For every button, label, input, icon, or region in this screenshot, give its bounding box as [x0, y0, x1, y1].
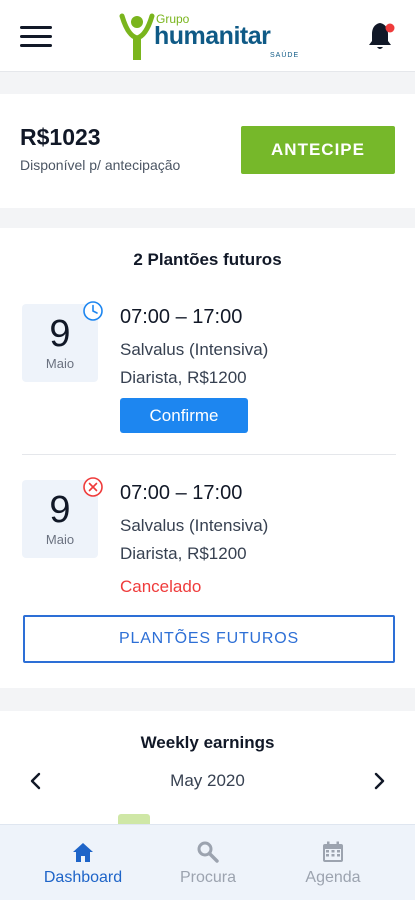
nav-agenda[interactable]: Agenda: [264, 825, 402, 900]
chevron-right-icon[interactable]: [367, 769, 391, 793]
company-logo: Grupo humanitar SAÚDE: [118, 8, 298, 66]
nav-dashboard[interactable]: Dashboard: [14, 825, 152, 900]
app-screen: Grupo humanitar SAÚDE R$1023 Disponível …: [0, 0, 415, 900]
balance-card: R$1023 Disponível p/ antecipação ANTECIP…: [0, 94, 415, 208]
shift-pay: Diarista, R$1200: [120, 544, 247, 563]
notification-bell-icon[interactable]: [367, 20, 397, 52]
shift-item[interactable]: 9 Maio 07:00 – 17:00 Salvalus (Intensiva…: [0, 301, 415, 464]
view-future-shifts-button[interactable]: PLANTÕES FUTUROS: [23, 615, 395, 663]
available-amount-label: Disponível p/ antecipação: [20, 157, 181, 173]
notification-dot: [385, 23, 395, 33]
confirm-button[interactable]: Confirme: [120, 398, 248, 433]
available-amount: R$1023: [20, 124, 101, 150]
logo-figure-icon: [119, 13, 155, 60]
nav-procura[interactable]: Procura: [139, 825, 277, 900]
shift-place: Salvalus (Intensiva): [120, 340, 269, 359]
cancelled-status: Cancelado: [120, 577, 202, 596]
shift-month: Maio: [45, 356, 75, 371]
home-icon: [73, 843, 93, 862]
future-shifts-card: 2 Plantões futuros 9 Maio 07:00 – 17:00 …: [0, 228, 415, 688]
top-app-bar: Grupo humanitar SAÚDE: [0, 0, 415, 72]
cancel-circle-icon: [83, 477, 103, 497]
shift-time: 07:00 – 17:00: [120, 482, 243, 504]
shift-pay: Diarista, R$1200: [120, 368, 247, 387]
nav-procura-label: Procura: [179, 869, 237, 886]
shift-month: Maio: [45, 532, 75, 547]
search-icon: [197, 841, 219, 863]
weekly-earnings-card: Weekly earnings May 2020: [0, 711, 415, 834]
clock-icon: [83, 301, 103, 321]
earnings-period: May 2020: [170, 771, 245, 790]
hamburger-menu-icon[interactable]: [20, 26, 52, 48]
antecipe-button[interactable]: ANTECIPE: [241, 126, 395, 174]
calendar-icon: [323, 841, 343, 862]
shift-time: 07:00 – 17:00: [120, 306, 243, 328]
logo-saude-text: SAÚDE: [270, 52, 300, 59]
shift-divider: [22, 454, 396, 455]
weekly-earnings-title: Weekly earnings: [140, 733, 275, 752]
bottom-navigation: Dashboard Procura Agenda: [0, 824, 415, 900]
future-shifts-title: 2 Plantões futuros: [133, 250, 282, 269]
nav-dashboard-label: Dashboard: [43, 869, 123, 886]
shift-place: Salvalus (Intensiva): [120, 516, 269, 535]
nav-agenda-label: Agenda: [305, 869, 361, 886]
logo-brand-text: humanitar: [154, 22, 271, 50]
